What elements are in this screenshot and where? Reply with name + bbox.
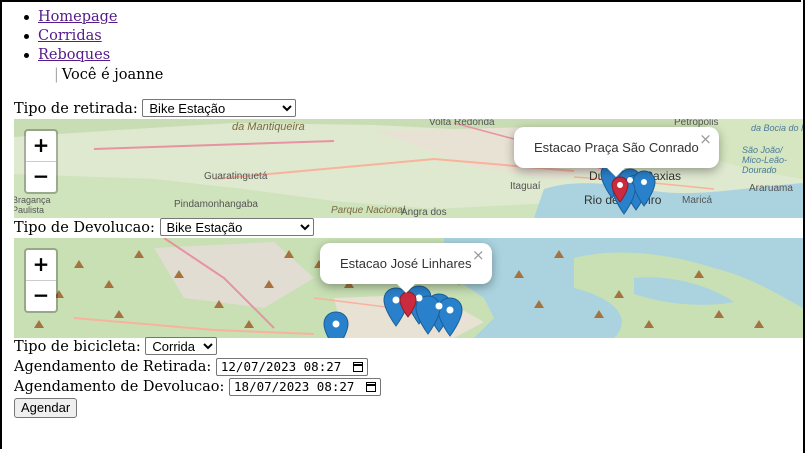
pickup-type-label: Tipo de retirada: <box>14 101 138 117</box>
schedule-pickup-value: 12/07/2023 08:27 <box>220 359 342 374</box>
zoom-out-button[interactable]: − <box>26 162 56 192</box>
map-label: Pindamonhangaba <box>174 199 258 210</box>
map-label: Rio de Janeiro <box>584 193 662 207</box>
user-greeting: Você é joanne <box>61 67 164 83</box>
popup-tip <box>396 284 415 293</box>
main-nav: Homepage Corridas Reboques <box>14 8 118 65</box>
bullet-icon <box>24 53 29 58</box>
homepage-link[interactable]: Homepage <box>38 9 118 25</box>
map-label: da Bocia do Rio <box>751 123 803 133</box>
calendar-icon[interactable] <box>353 362 364 372</box>
dropoff-type-select[interactable]: Bike Estação <box>159 218 314 236</box>
map-label: Duque de Caxias <box>589 169 682 183</box>
current-user: | Você é joanne <box>54 66 163 84</box>
bullet-icon <box>24 34 29 39</box>
schedule-return-label: Agendamento de Devolucao: <box>14 379 225 395</box>
zoom-in-button[interactable]: + <box>26 131 56 162</box>
reboques-link[interactable]: Reboques <box>38 47 110 63</box>
schedule-pickup-input[interactable]: 12/07/2023 08:27 <box>215 358 369 376</box>
corridas-link[interactable]: Corridas <box>38 28 102 44</box>
map-label: Araruama <box>749 183 793 194</box>
schedule-pickup-label: Agendamento de Retirada: <box>14 359 212 375</box>
dropoff-type-row: Tipo de Devolucao: Bike Estação <box>14 218 314 238</box>
popup-tip <box>607 168 626 177</box>
pickup-station-popup: Estacao Praça São Conrado × <box>514 127 719 177</box>
dropoff-station-popup: Estacao José Linhares × <box>320 243 492 293</box>
close-icon[interactable]: × <box>472 246 485 264</box>
calendar-icon[interactable] <box>366 382 377 392</box>
schedule-return-input[interactable]: 18/07/2023 08:27 <box>229 378 382 396</box>
pickup-type-row: Tipo de retirada: Bike Estação <box>14 99 297 119</box>
popup-station-name: Estacao Praça São Conrado <box>534 140 699 155</box>
pickup-map[interactable]: da Mantiqueira Guaratinguetá Pindamonhan… <box>14 119 803 218</box>
map-label: Guaratinguetá <box>204 171 268 182</box>
bike-type-row: Tipo de bicicleta: Corrida <box>14 337 218 357</box>
pickup-zoom-control: + − <box>24 129 58 194</box>
schedule-return-value: 18/07/2023 08:27 <box>234 379 355 394</box>
map-label: Volta Redonda <box>429 119 495 128</box>
bullet-icon <box>24 15 29 20</box>
dropoff-zoom-control: + − <box>24 248 58 313</box>
bike-type-select[interactable]: Corrida <box>145 337 218 355</box>
schedule-pickup-row: Agendamento de Retirada: 12/07/2023 08:2… <box>14 357 369 377</box>
popup-station-name: Estacao José Linhares <box>340 256 472 271</box>
nav-item-corridas: Corridas <box>14 27 118 46</box>
map-label: São João/ Mico-Leão-Dourado <box>742 145 788 175</box>
map-label: Maricá <box>682 195 713 206</box>
bike-type-label: Tipo de bicicleta: <box>14 339 141 355</box>
separator: | <box>54 67 59 83</box>
nav-item-homepage: Homepage <box>14 8 118 27</box>
submit-row: Agendar <box>14 398 78 418</box>
pickup-type-select[interactable]: Bike Estação <box>142 99 297 117</box>
map-label: Angra dos <box>401 207 447 218</box>
agendar-button[interactable]: Agendar <box>14 398 78 418</box>
dropoff-map[interactable]: + − Estacao José Linhares × <box>14 238 803 338</box>
close-icon[interactable]: × <box>699 130 712 148</box>
map-label: Parque Nacional <box>331 205 405 216</box>
map-label: Itaguaí <box>510 181 541 192</box>
zoom-out-button[interactable]: − <box>26 281 56 311</box>
zoom-in-button[interactable]: + <box>26 250 56 281</box>
map-label: Bragança Paulista <box>14 195 51 215</box>
schedule-return-row: Agendamento de Devolucao: 18/07/2023 08:… <box>14 377 382 397</box>
dropoff-type-label: Tipo de Devolucao: <box>14 220 155 236</box>
nav-item-reboques: Reboques <box>14 46 118 65</box>
map-label: da Mantiqueira <box>232 121 305 133</box>
